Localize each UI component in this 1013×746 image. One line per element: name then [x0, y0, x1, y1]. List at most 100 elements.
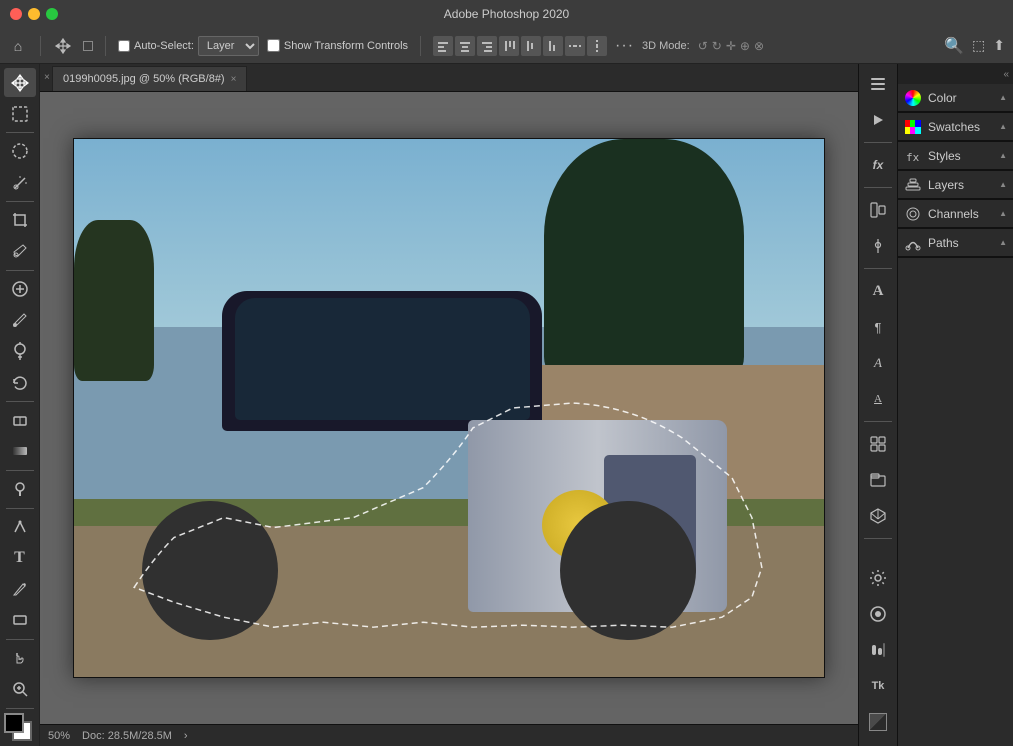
clone-tool[interactable] [4, 337, 36, 366]
distribute-icon1[interactable] [565, 36, 585, 56]
auto-select-checkbox[interactable] [118, 40, 130, 52]
paths-panel-icon [904, 234, 922, 252]
align-bottom-icon[interactable] [543, 36, 563, 56]
swatches-panel-header[interactable]: Swatches ▲ [898, 113, 1013, 141]
type-large-btn[interactable]: A [862, 275, 894, 307]
color-panel-label: Color [928, 91, 957, 105]
align-vmid-icon[interactable] [521, 36, 541, 56]
maximize-button[interactable] [46, 8, 58, 20]
rs-sep5 [864, 538, 892, 539]
app-title: Adobe Photoshop 2020 [444, 7, 569, 21]
align-left-icon[interactable] [433, 36, 453, 56]
move-tool-icon[interactable] [53, 36, 73, 56]
hand-tool[interactable] [4, 644, 36, 673]
channels-panel-label: Channels [928, 207, 979, 221]
foreground-color[interactable] [4, 713, 24, 733]
styles-panel-header[interactable]: fx Styles ▲ [898, 142, 1013, 170]
color-panel-icon [904, 89, 922, 107]
canvas-area[interactable] [40, 92, 858, 724]
crop-tool[interactable] [4, 206, 36, 235]
history-tool[interactable] [4, 368, 36, 397]
lasso-tool[interactable] [4, 137, 36, 166]
panel-collapse-handle[interactable]: « [898, 64, 1013, 84]
window-controls[interactable] [10, 8, 58, 20]
left-toolbar: T [0, 64, 40, 746]
toolbar-sep1 [6, 132, 34, 133]
color-selector[interactable] [4, 713, 36, 742]
home-icon[interactable]: ⌂ [8, 36, 28, 56]
tk-btn[interactable]: Tk [862, 670, 894, 702]
close-button[interactable] [10, 8, 22, 20]
color-wheel-icon [905, 90, 921, 106]
healing-tool[interactable] [4, 275, 36, 304]
move-arrow-btn[interactable] [83, 41, 93, 51]
rs-sep1 [864, 142, 892, 143]
color-panel-header[interactable]: Color ▲ [898, 84, 1013, 112]
auto-select-dropdown[interactable]: Layer Group [198, 36, 259, 56]
magic-wand-tool[interactable] [4, 168, 36, 197]
right-secondary-toolbar: fx A ¶ A A [858, 64, 898, 746]
photo-simulation [74, 139, 824, 677]
channels-panel-header[interactable]: Channels ▲ [898, 200, 1013, 228]
3d-icon1[interactable]: ↺ [698, 39, 708, 53]
auto-select-label: Auto-Select: [134, 40, 194, 52]
layer-color-btn[interactable] [862, 706, 894, 738]
path-select-tool[interactable] [4, 575, 36, 604]
eyedropper-tool[interactable] [4, 237, 36, 266]
car-wheel-left [142, 501, 277, 641]
adjust-panel-btn2[interactable] [862, 230, 894, 262]
3d-icon5[interactable]: ⊗ [754, 39, 764, 53]
paths-panel-label: Paths [928, 236, 959, 250]
3d-icon4[interactable]: ⊕ [740, 39, 750, 53]
status-arrow[interactable]: › [184, 730, 188, 742]
bars-btn[interactable] [862, 634, 894, 666]
minimize-button[interactable] [28, 8, 40, 20]
more-options-button[interactable]: ··· [615, 37, 634, 55]
3d-cube-btn[interactable] [862, 500, 894, 532]
adjust-panel-btn1[interactable] [862, 194, 894, 226]
paths-panel-header[interactable]: Paths ▲ [898, 229, 1013, 257]
car [112, 263, 727, 613]
sep1 [40, 36, 41, 56]
share-icon[interactable]: ⬆ [993, 37, 1005, 54]
move-tool[interactable] [4, 68, 36, 97]
layers-panel-header[interactable]: Layers ▲ [898, 171, 1013, 199]
gradient-tool[interactable] [4, 437, 36, 466]
status-bar: 50% Doc: 28.5M/28.5M › [40, 724, 858, 746]
align-right-icon[interactable] [477, 36, 497, 56]
document-tab[interactable]: 0199h0095.jpg @ 50% (RGB/8#) × [52, 66, 247, 91]
para-btn[interactable]: ¶ [862, 311, 894, 343]
eraser-tool[interactable] [4, 406, 36, 435]
type-style-btn[interactable]: A [862, 347, 894, 379]
left-main-area: × 0199h0095.jpg @ 50% (RGB/8#) × [40, 64, 858, 746]
swatches-panel-icon [904, 118, 922, 136]
fill-circle-btn[interactable] [862, 598, 894, 630]
align-center-icon[interactable] [455, 36, 475, 56]
transform-checkbox[interactable] [267, 39, 280, 52]
play-btn[interactable] [862, 104, 894, 136]
settings-btn[interactable] [862, 562, 894, 594]
shape-tool[interactable] [4, 606, 36, 635]
3d-icon3[interactable]: ✛ [726, 39, 736, 53]
pen-tool[interactable] [4, 513, 36, 542]
dodge-tool[interactable] [4, 475, 36, 504]
tab-arrow[interactable]: × [44, 72, 50, 83]
3d-icon2[interactable]: ↻ [712, 39, 722, 53]
distribute-icon2[interactable] [587, 36, 607, 56]
grid-panel-btn[interactable] [862, 428, 894, 460]
zoom-tool[interactable] [4, 675, 36, 704]
fx-btn[interactable]: fx [862, 149, 894, 181]
workspace-icon[interactable]: ⬚ [972, 37, 985, 54]
box-panel-btn[interactable] [862, 464, 894, 496]
collapse-icon: « [1003, 69, 1009, 80]
styles-panel-icon: fx [904, 147, 922, 165]
align-top-icon[interactable] [499, 36, 519, 56]
paths-collapse-icon: ▲ [999, 238, 1007, 247]
edit-toolbar-btn[interactable] [862, 68, 894, 100]
text-tool[interactable]: T [4, 544, 36, 573]
brush-tool[interactable] [4, 306, 36, 335]
search-icon[interactable]: 🔍 [944, 36, 964, 56]
tab-close-button[interactable]: × [231, 74, 237, 85]
type-small-btn[interactable]: A [862, 383, 894, 415]
marquee-tool[interactable] [4, 99, 36, 128]
